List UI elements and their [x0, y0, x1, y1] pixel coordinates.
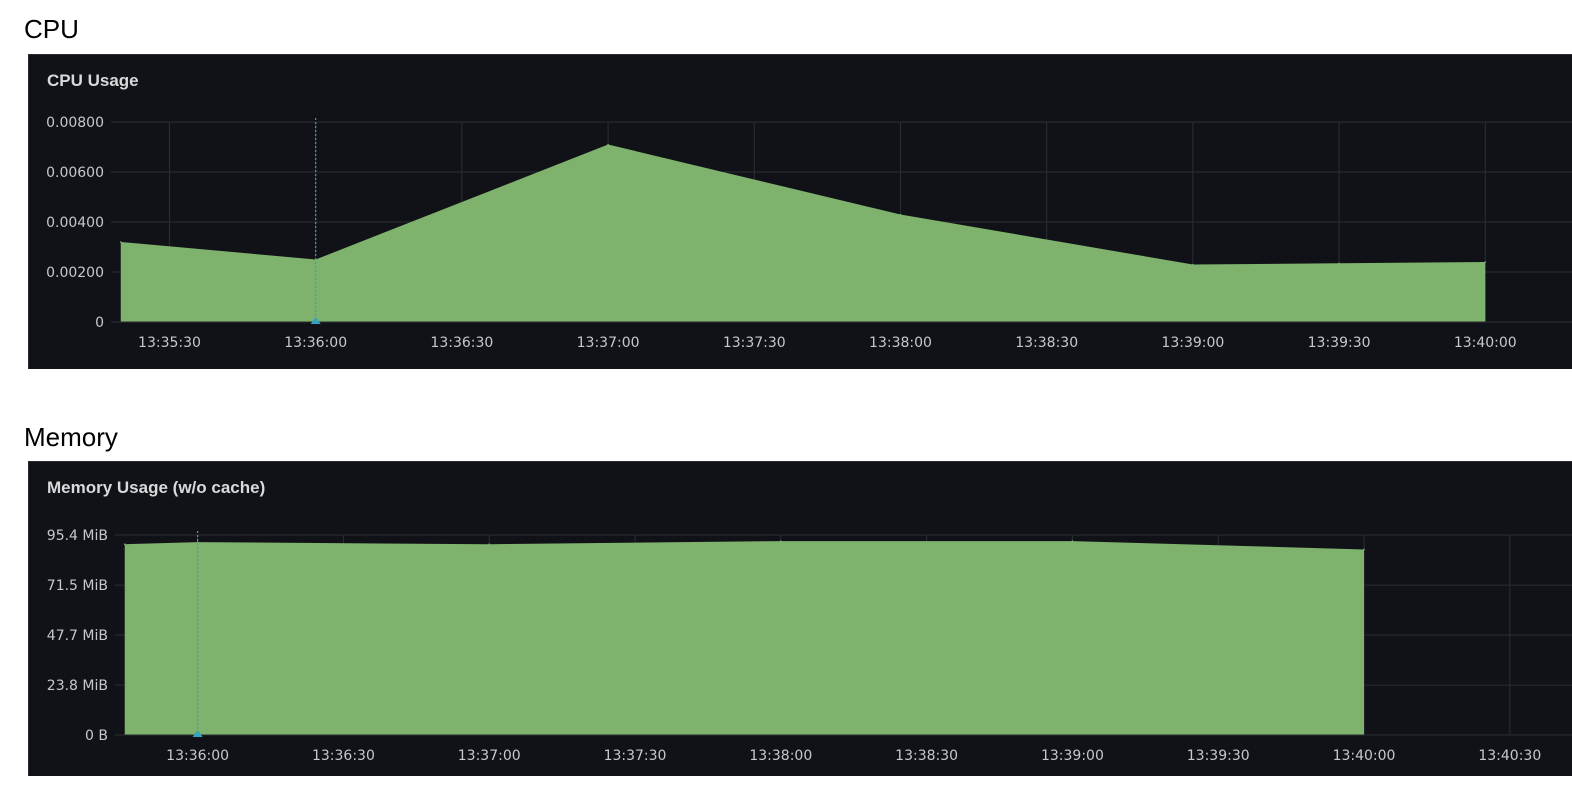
x-tick-label: 13:37:30 — [723, 335, 786, 351]
y-tick-label: 0.00800 — [46, 115, 104, 131]
data-point — [899, 213, 902, 216]
data-point — [196, 541, 199, 543]
x-tick-label: 13:39:00 — [1041, 748, 1104, 764]
data-point — [607, 143, 609, 146]
x-tick-label: 13:38:30 — [1015, 335, 1078, 351]
y-tick-label: 0.00200 — [46, 265, 104, 281]
mem-usage-area-series — [124, 541, 1365, 735]
memory-usage-chart: 0 B 23.8 MiB 47.7 MiB 71.5 MiB 95.4 MiB 13:36… — [47, 528, 1572, 764]
x-tick-label: 13:40:00 — [1454, 335, 1517, 351]
memory-usage-panel: Memory Usage (w/o cache) 0 B 23.8 MiB 47.7… — [28, 461, 1572, 776]
x-tick-label: 13:37:00 — [458, 748, 521, 764]
data-point — [488, 543, 491, 546]
x-tick-label: 13:37:00 — [577, 335, 640, 351]
x-tick-label: 13:37:30 — [604, 748, 667, 764]
y-tick-label: 95.4 MiB — [47, 528, 108, 544]
cpu-usage-area-series — [120, 144, 1486, 322]
data-point — [1071, 540, 1074, 542]
x-tick-label: 13:35:30 — [138, 335, 201, 351]
x-tick-label: 13:40:00 — [1333, 748, 1396, 764]
y-tick-label: 0 B — [85, 728, 108, 744]
x-tick-label: 13:40:30 — [1478, 748, 1541, 764]
x-tick-label: 13:39:30 — [1187, 748, 1250, 764]
data-point — [1363, 548, 1365, 551]
data-point — [1484, 261, 1487, 263]
cpu-usage-panel: CPU Usage 0 0.00200 0.00400 0.00600 0.00800 1… — [28, 54, 1572, 369]
data-point — [780, 540, 782, 542]
cpu-section-heading: CPU — [24, 14, 79, 44]
x-tick-label: 13:38:00 — [749, 748, 812, 764]
data-point — [1192, 263, 1194, 266]
y-tick-label: 23.8 MiB — [47, 678, 108, 694]
x-tick-label: 13:36:30 — [312, 748, 375, 764]
x-tick-label: 13:39:30 — [1308, 335, 1371, 351]
data-point — [119, 241, 122, 243]
y-tick-label: 0.00400 — [46, 215, 104, 231]
cpu-usage-chart: 0 0.00200 0.00400 0.00600 0.00800 13:35:30 13:… — [46, 115, 1572, 351]
x-tick-label: 13:36:00 — [284, 335, 347, 351]
x-tick-label: 13:36:00 — [166, 748, 229, 764]
x-tick-label: 13:38:30 — [895, 748, 958, 764]
data-point — [1338, 262, 1340, 265]
memory-section-heading: Memory — [24, 422, 118, 452]
x-tick-label: 13:39:00 — [1161, 335, 1224, 351]
data-point — [123, 543, 126, 546]
x-tick-label: 13:36:30 — [430, 335, 493, 351]
x-tick-label: 13:38:00 — [869, 335, 932, 351]
y-tick-label: 0 — [95, 315, 104, 331]
y-tick-label: 71.5 MiB — [47, 578, 108, 594]
y-tick-label: 47.7 MiB — [47, 628, 108, 644]
y-tick-label: 0.00600 — [46, 165, 104, 181]
